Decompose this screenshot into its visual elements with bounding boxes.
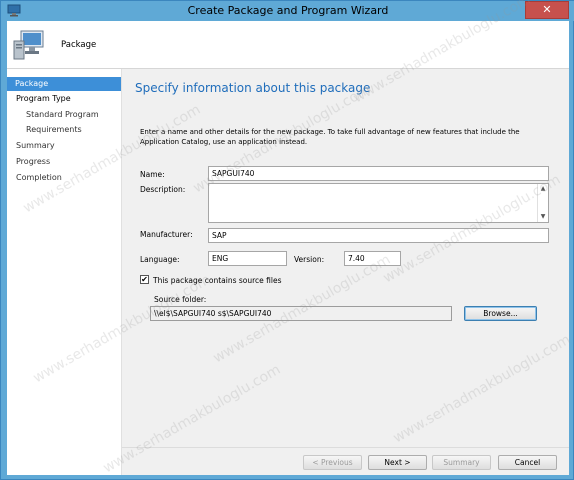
nav-item-summary[interactable]: Summary [16,141,55,150]
summary-button[interactable]: Summary [432,455,491,470]
source-files-label: This package contains source files [153,276,282,285]
browse-button[interactable]: Browse... [464,306,537,321]
source-files-checkbox[interactable]: ✔ [140,275,149,284]
wizard-window: Create Package and Program Wizard ✕ Pack… [0,0,574,480]
computer-package-icon [13,30,44,60]
previous-button[interactable]: < Previous [303,455,362,470]
nav-item-completion[interactable]: Completion [16,173,62,182]
source-folder-input[interactable]: \\el$\SAPGUI740 s$\SAPGUI740 [150,306,452,321]
description-label: Description: [140,185,186,194]
version-label: Version: [294,255,325,264]
description-textarea[interactable]: ▲ ▼ [208,183,549,223]
language-label: Language: [140,255,180,264]
next-button[interactable]: Next > [368,455,427,470]
name-label: Name: [140,170,165,179]
cancel-button[interactable]: Cancel [498,455,557,470]
window-title: Create Package and Program Wizard [187,4,389,17]
nav-item-program-type[interactable]: Program Type [16,94,71,103]
nav-item-package[interactable]: Package [7,77,121,91]
header-heading: Package [61,40,97,50]
page-title: Specify information about this package [135,81,371,95]
intro-text: Enter a name and other details for the n… [140,128,520,146]
title-bar: Create Package and Program Wizard ✕ [1,1,574,21]
language-input[interactable]: ENG [208,251,287,266]
nav-item-progress[interactable]: Progress [16,157,50,166]
scroll-down-icon[interactable]: ▼ [538,212,548,222]
wizard-nav: Package Program Type Standard Program Re… [7,69,122,475]
scroll-up-icon[interactable]: ▲ [538,184,548,194]
name-input[interactable]: SAPGUI740 [208,166,549,181]
manufacturer-input[interactable]: SAP [208,228,549,243]
manufacturer-label: Manufacturer: [140,230,193,239]
nav-item-requirements[interactable]: Requirements [26,125,82,134]
wizard-footer: < Previous Next > Summary Cancel [122,447,569,475]
wizard-main: Specify information about this package E… [122,69,569,447]
source-folder-label: Source folder: [154,295,207,304]
close-button[interactable]: ✕ [525,1,569,19]
nav-item-standard-program[interactable]: Standard Program [26,110,99,119]
description-scrollbar[interactable]: ▲ ▼ [537,184,548,222]
wizard-header: Package [7,21,569,69]
version-input[interactable]: 7.40 [344,251,401,266]
